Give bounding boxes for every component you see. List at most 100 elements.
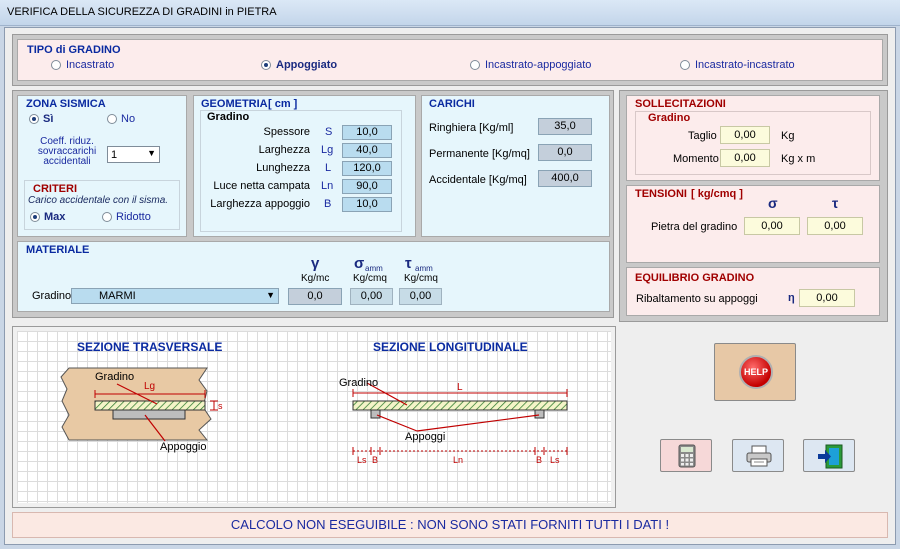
radio-appoggiato[interactable]: Appoggiato [261, 59, 337, 71]
sections-drawing [60, 367, 568, 455]
zona-header: ZONA SISMICA [26, 98, 106, 110]
luce-input[interactable]: 90,0 [342, 179, 392, 194]
lg-label: Lg [144, 381, 156, 392]
geometria-unit: [ cm ] [268, 98, 298, 110]
appoggio-left [370, 409, 381, 419]
radio-incastrato-appoggiato[interactable]: Incastrato-appoggiato [470, 59, 591, 71]
tipo-panel-frame: TIPO di GRADINO Incastrato Appoggiato In… [12, 34, 888, 86]
materiale-label: Gradino [32, 290, 72, 302]
ringhiera-label: Ringhiera [Kg/ml] [429, 122, 514, 134]
ls-left-label: Ls [357, 455, 367, 465]
equilibrio-panel: EQUILIBRIO GRADINO Ribaltamento su appog… [626, 267, 880, 316]
ln-label: Ln [453, 455, 464, 465]
gradino-trasv-label: Gradino [95, 371, 135, 383]
tensioni-panel: TENSIONI [ kg/cmq ] σ τ Pietra del gradi… [626, 185, 880, 263]
permanente-input[interactable]: 0,0 [538, 144, 592, 161]
gamma-unit: Kg/mc [301, 273, 330, 284]
appoggio-trasv [112, 409, 186, 420]
ringhiera-input[interactable]: 35,0 [538, 118, 592, 135]
tipo-panel: TIPO di GRADINO Incastrato Appoggiato In… [17, 39, 883, 81]
chevron-down-icon: ▼ [147, 148, 156, 158]
appoggi-label: Appoggi [405, 431, 446, 443]
coeff-select[interactable]: 1 ▼ [107, 146, 160, 163]
sigma-symbol: σ [768, 195, 778, 211]
s-label: s [218, 401, 223, 411]
radio-no[interactable]: No [107, 113, 135, 125]
radio-max[interactable]: Max [30, 211, 65, 223]
tau-amm-unit: Kg/cmq [404, 273, 438, 284]
b-left-label: B [372, 455, 379, 465]
diagram-frame: SEZIONE TRASVERSALE SEZIONE LONGITUDINAL… [12, 326, 616, 508]
appoggio-label: Appoggio [160, 441, 207, 453]
criteri-panel: CRITERI Carico accidentale con il sisma.… [24, 180, 180, 230]
taglio-unit: Kg [781, 130, 795, 142]
geometria-sub: Gradino [207, 111, 250, 123]
status-bar: CALCOLO NON ESEGUIBILE : NON SONO STATI … [12, 512, 888, 538]
appoggio-right [534, 409, 545, 419]
exit-door-icon [818, 444, 843, 469]
b-right-label: B [536, 455, 543, 465]
geometria-header: GEOMETRIA [201, 98, 268, 110]
radio-icon [470, 60, 480, 70]
radio-ridotto[interactable]: Ridotto [102, 211, 151, 223]
calculate-button[interactable] [660, 439, 712, 472]
materiale-select[interactable]: MARMI ▼ [71, 288, 279, 304]
tau-value: 0,00 [807, 217, 863, 235]
momento-value: 0,00 [720, 149, 770, 167]
materiale-header: MATERIALE [26, 244, 90, 256]
criteri-subtitle: Carico accidentale con il sisma. [28, 195, 169, 206]
eta-value: 0,00 [799, 289, 855, 307]
sollecitazioni-sub: Gradino [648, 112, 691, 124]
sollecitazioni-header: SOLLECITAZIONI [635, 98, 726, 110]
taglio-value: 0,00 [720, 126, 770, 144]
sigma-amm-value: 0,00 [350, 288, 393, 305]
help-icon: HELP [739, 355, 773, 389]
materiale-panel: MATERIALE Gradino MARMI ▼ γ Kg/mc σ amm … [17, 241, 610, 312]
sollecitazioni-panel: SOLLECITAZIONI Gradino Taglio 0,00 Kg Mo… [626, 95, 880, 181]
gradino-trasv [94, 400, 206, 411]
radio-si[interactable]: Sì [29, 113, 53, 125]
zona-panel: ZONA SISMICA Sì No Coeff. riduz. sovracc… [17, 95, 187, 237]
accidentale-label: Accidentale [Kg/mq] [429, 174, 527, 186]
appoggi-leader-left [376, 414, 418, 432]
gamma-symbol: γ [311, 255, 320, 272]
radio-selected-icon [30, 212, 40, 222]
permanente-label: Permanente [Kg/mq] [429, 148, 530, 160]
radio-selected-icon [261, 60, 271, 70]
help-button[interactable]: HELP [714, 343, 796, 401]
spessore-input[interactable]: 10,0 [342, 125, 392, 140]
eta-symbol: η [788, 292, 795, 304]
l-label: L [457, 382, 463, 393]
accidentale-input[interactable]: 400,0 [538, 170, 592, 187]
lunghezza-input[interactable]: 120,0 [342, 161, 392, 176]
coeff-label: Coeff. riduz. sovraccarichi accidentali [37, 136, 97, 167]
gamma-value: 0,0 [288, 288, 342, 305]
radio-incastrato[interactable]: Incastrato [51, 59, 114, 71]
appoggio-input[interactable]: 10,0 [342, 197, 392, 212]
print-button[interactable] [732, 439, 784, 472]
tau-symbol: τ [832, 195, 839, 211]
radio-icon [680, 60, 690, 70]
gradino-long [352, 400, 568, 411]
window-title: VERIFICA DELLA SICUREZZA DI GRADINI in P… [7, 6, 277, 18]
tensioni-header: TENSIONI [635, 188, 687, 200]
ribaltamento-label: Ribaltamento su appoggi [636, 293, 758, 305]
radio-incastrato-incastrato[interactable]: Incastrato-incastrato [680, 59, 795, 71]
sigma-amm-symbol: σ [354, 255, 365, 272]
geometria-panel: GEOMETRIA [ cm ] Gradino Spessore S 10,0… [193, 95, 416, 237]
radio-icon [102, 212, 112, 222]
momento-unit: Kg x m [781, 153, 816, 165]
title-bar: VERIFICA DELLA SICUREZZA DI GRADINI in P… [0, 0, 900, 26]
sollecitazioni-group: Gradino Taglio 0,00 Kg Momento 0,00 Kg x… [635, 111, 871, 175]
diagram-canvas: SEZIONE TRASVERSALE SEZIONE LONGITUDINAL… [17, 331, 611, 503]
calculator-icon [678, 444, 696, 468]
radio-icon [107, 114, 117, 124]
sigma-amm-sub: amm [365, 264, 383, 273]
ls-right-label: Ls [550, 455, 560, 465]
exit-button[interactable] [803, 439, 855, 472]
larghezza-input[interactable]: 40,0 [342, 143, 392, 158]
tau-amm-sub: amm [415, 264, 433, 273]
tau-amm-symbol: τ [405, 255, 412, 272]
radio-icon [51, 60, 61, 70]
chevron-down-icon: ▼ [266, 290, 275, 300]
